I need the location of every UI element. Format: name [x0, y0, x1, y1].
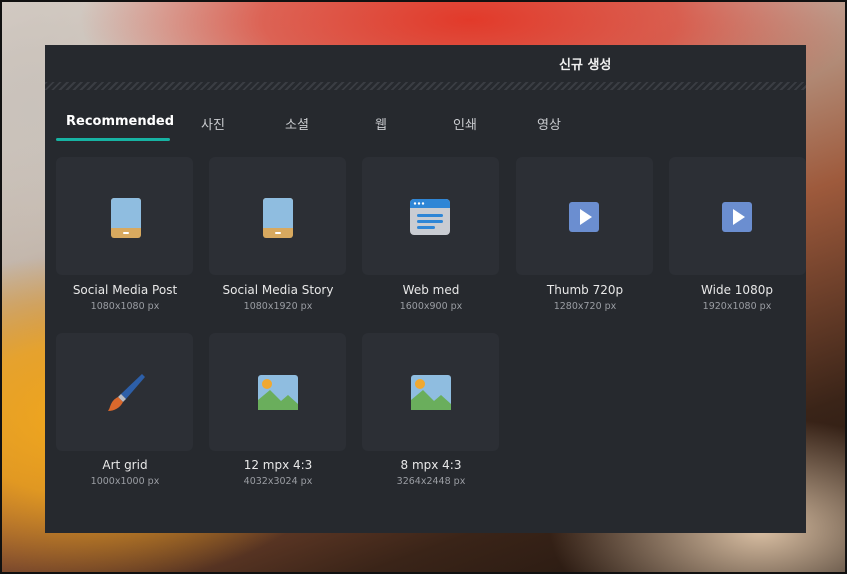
template-card-thumb-720p[interactable]	[516, 157, 653, 275]
dialog-title: 신규 생성	[559, 58, 612, 73]
landscape-image-icon	[258, 375, 298, 410]
template-name: Social Media Story	[222, 283, 334, 297]
template-card-8-mpx[interactable]	[362, 333, 499, 451]
template-size: 1600x900 px	[399, 301, 463, 312]
template-name: Web med	[402, 283, 460, 297]
landscape-image-icon	[411, 375, 451, 410]
tab-social[interactable]: 소셜	[285, 114, 309, 133]
template-size: 1920x1080 px	[702, 301, 772, 312]
tablet-icon	[111, 198, 141, 238]
template-card-12-mpx[interactable]	[209, 333, 346, 451]
template-size: 1080x1080 px	[90, 301, 160, 312]
tablet-icon	[263, 198, 293, 238]
new-document-dialog: 신규 생성 Recommended 사진 소셜 웹 인쇄 영상 Social M…	[45, 45, 806, 533]
tab-recommended[interactable]: Recommended	[66, 114, 174, 129]
template-name: Social Media Post	[72, 283, 178, 297]
browser-window-icon	[410, 199, 450, 235]
tab-photo[interactable]: 사진	[201, 114, 225, 133]
tab-print[interactable]: 인쇄	[453, 114, 477, 133]
template-card-social-media-story[interactable]	[209, 157, 346, 275]
template-name: Thumb 720p	[546, 283, 624, 297]
tab-web[interactable]: 웹	[375, 114, 387, 133]
template-size: 1280x720 px	[553, 301, 617, 312]
template-name: 8 mpx 4:3	[400, 458, 462, 472]
template-card-social-media-post[interactable]	[56, 157, 193, 275]
category-tabs: Recommended 사진 소셜 웹 인쇄 영상	[45, 90, 806, 145]
titlebar-divider	[45, 82, 806, 90]
paintbrush-icon	[108, 374, 145, 411]
template-name: Wide 1080p	[701, 283, 773, 297]
template-card-art-grid[interactable]	[56, 333, 193, 451]
template-name: Art grid	[102, 458, 148, 472]
template-name: 12 mpx 4:3	[243, 458, 313, 472]
active-tab-indicator	[56, 138, 170, 141]
play-icon	[722, 202, 752, 232]
play-icon	[569, 202, 599, 232]
template-size: 1000x1000 px	[90, 476, 160, 487]
template-size: 3264x2448 px	[396, 476, 466, 487]
template-card-wide-1080p[interactable]	[669, 157, 806, 275]
tab-video[interactable]: 영상	[537, 114, 561, 133]
dialog-titlebar: 신규 생성	[45, 45, 806, 82]
template-card-web-med[interactable]	[362, 157, 499, 275]
template-size: 1080x1920 px	[243, 301, 313, 312]
template-size: 4032x3024 px	[243, 476, 313, 487]
